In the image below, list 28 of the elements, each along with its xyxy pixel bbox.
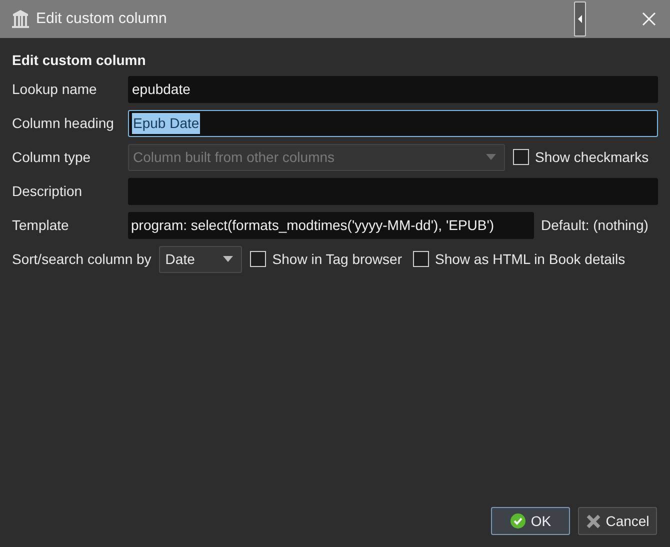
checkbox[interactable] xyxy=(250,251,266,267)
library-icon xyxy=(12,10,29,28)
scroll-handle-icon[interactable] xyxy=(574,1,586,37)
text-field[interactable]: epubdate xyxy=(128,76,658,102)
caret-icon xyxy=(486,154,496,160)
text-field[interactable] xyxy=(128,178,658,204)
default-note: Default: (nothing) xyxy=(541,216,648,235)
caret-icon xyxy=(223,256,234,262)
check-icon xyxy=(510,513,526,529)
section-heading: Edit custom column xyxy=(12,51,147,70)
dropdown[interactable]: Date xyxy=(159,246,242,272)
checkbox-label: Show as HTML in Book details xyxy=(435,250,626,268)
ok-button[interactable]: OK xyxy=(491,507,570,535)
checkbox[interactable] xyxy=(413,251,429,267)
text-field[interactable]: Epub Date xyxy=(128,110,658,136)
field-label: Column heading xyxy=(12,114,115,133)
checkbox-label: Show checkmarks xyxy=(535,148,649,166)
field-label: Lookup name xyxy=(12,80,98,99)
field-label: Description xyxy=(12,182,84,201)
field-label: Sort/search column by xyxy=(12,250,152,269)
cancel-button[interactable]: Cancel xyxy=(578,507,657,535)
field-label: Column type xyxy=(12,148,92,167)
field-label: Template xyxy=(12,216,70,235)
template-field[interactable]: program: select(formats_modtimes('yyyy-MM-dd'), 'EPUB') xyxy=(128,212,534,238)
checkbox-label: Show in Tag browser xyxy=(272,250,402,269)
close-icon[interactable] xyxy=(642,12,656,26)
window-title: Edit custom column xyxy=(36,8,167,29)
cross-icon xyxy=(586,514,601,528)
